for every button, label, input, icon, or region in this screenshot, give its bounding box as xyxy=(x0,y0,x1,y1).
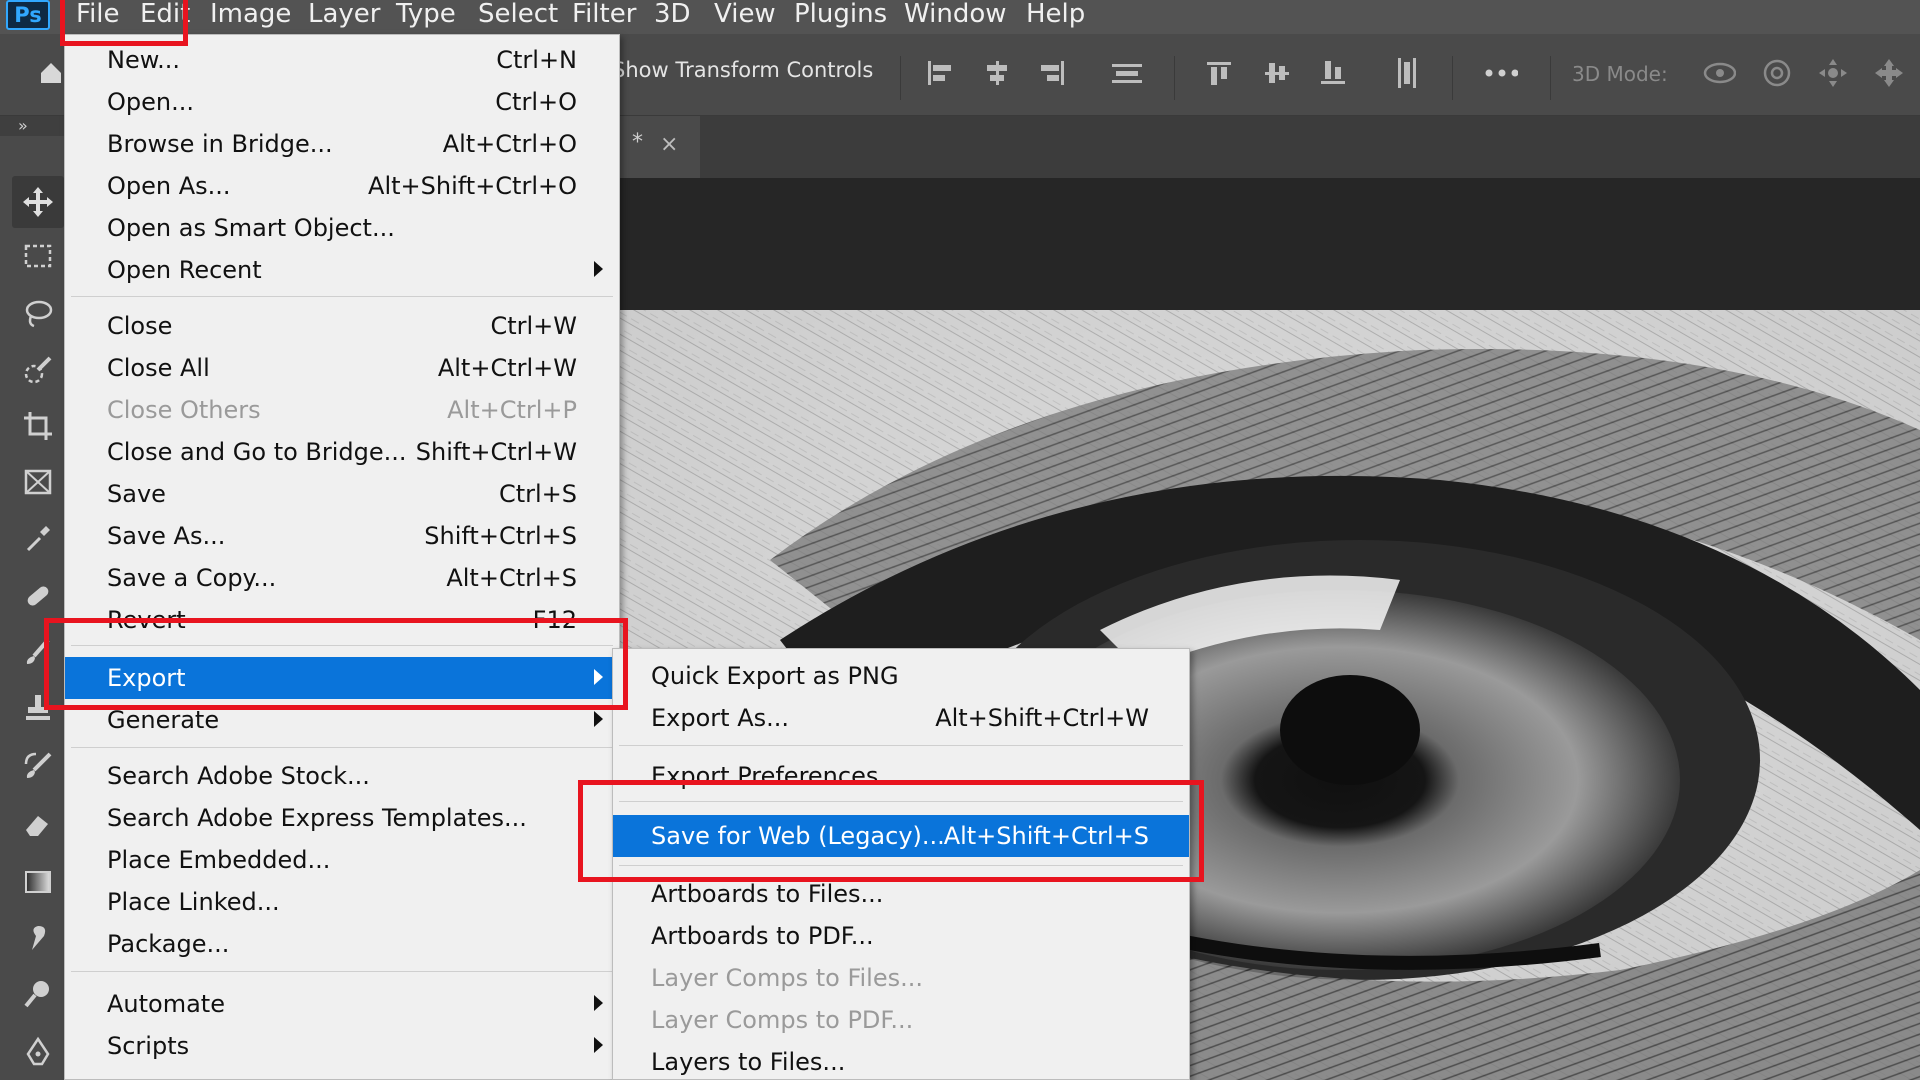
menu-item-open-recent[interactable]: Open Recent xyxy=(65,249,619,291)
menu-separator xyxy=(71,645,613,646)
menu-item-browse-in-bridge[interactable]: Browse in Bridge... Alt+Ctrl+O xyxy=(65,123,619,165)
align-left-icon[interactable] xyxy=(922,56,956,90)
menu-separator xyxy=(71,747,613,748)
menu-item-layers-to-files[interactable]: Layers to Files... xyxy=(613,1041,1189,1080)
menubar: Ps File Edit Image Layer Type Select Fil… xyxy=(0,0,1920,34)
menu-plugins[interactable]: Plugins xyxy=(794,0,887,32)
home-icon[interactable] xyxy=(34,56,68,90)
menu-item-save-as[interactable]: Save As... Shift+Ctrl+S xyxy=(65,515,619,557)
menu-item-revert[interactable]: Revert F12 xyxy=(65,599,619,641)
export-submenu: Quick Export as PNG Export As... Alt+Shif… xyxy=(612,648,1190,1080)
divider xyxy=(1550,56,1551,100)
menu-item-open-as[interactable]: Open As... Alt+Shift+Ctrl+O xyxy=(65,165,619,207)
marquee-tool-icon[interactable] xyxy=(12,230,64,282)
clone-stamp-tool-icon[interactable] xyxy=(12,682,64,734)
gradient-tool-icon[interactable] xyxy=(12,856,64,908)
submenu-arrow-icon xyxy=(594,1037,603,1053)
file-menu-dropdown: New... Ctrl+N Open... Ctrl+O Browse in Bri… xyxy=(64,34,620,1080)
3d-mode-label: 3D Mode: xyxy=(1572,62,1668,86)
menu-item-place-linked[interactable]: Place Linked... xyxy=(65,881,619,923)
quick-selection-tool-icon[interactable] xyxy=(12,344,64,396)
menu-edit[interactable]: Edit xyxy=(140,0,190,32)
menu-item-package[interactable]: Package... xyxy=(65,923,619,965)
roll-3d-icon[interactable] xyxy=(1760,56,1794,90)
modified-marker: * xyxy=(632,130,643,155)
divider xyxy=(1452,56,1453,100)
menu-item-open[interactable]: Open... Ctrl+O xyxy=(65,81,619,123)
pen-tool-icon[interactable] xyxy=(12,1026,64,1078)
menu-item-quick-export-as-png[interactable]: Quick Export as PNG xyxy=(613,655,1189,697)
menu-item-close-and-go-to-bridge[interactable]: Close and Go to Bridge... Shift+Ctrl+W xyxy=(65,431,619,473)
submenu-arrow-icon xyxy=(594,261,603,277)
healing-brush-tool-icon[interactable] xyxy=(12,570,64,622)
divider xyxy=(900,56,901,100)
menu-separator xyxy=(71,971,613,972)
distribute-icon[interactable] xyxy=(1110,56,1144,90)
menu-item-search-adobe-express-templates[interactable]: Search Adobe Express Templates... xyxy=(65,797,619,839)
menu-item-automate[interactable]: Automate xyxy=(65,983,619,1025)
menu-item-export[interactable]: Export xyxy=(65,657,619,699)
menu-item-new[interactable]: New... Ctrl+N xyxy=(65,39,619,81)
menu-item-close-all[interactable]: Close All Alt+Ctrl+W xyxy=(65,347,619,389)
menu-select[interactable]: Select xyxy=(478,0,558,32)
smudge-tool-icon[interactable] xyxy=(12,912,64,964)
menu-item-close-others: Close Others Alt+Ctrl+P xyxy=(107,396,577,424)
menu-3d[interactable]: 3D xyxy=(654,0,691,32)
menu-item-scripts[interactable]: Scripts xyxy=(65,1025,619,1067)
align-right-icon[interactable] xyxy=(1036,56,1070,90)
menu-image[interactable]: Image xyxy=(210,0,291,32)
menu-item-save-for-web-legacy[interactable]: Save for Web (Legacy)... Alt+Shift+Ctrl+S xyxy=(613,815,1189,857)
menu-item-export-preferences[interactable]: Export Preferences... xyxy=(613,755,1189,797)
menu-filter[interactable]: Filter xyxy=(572,0,636,32)
menu-item-place-embedded[interactable]: Place Embedded... xyxy=(65,839,619,881)
menu-item-layer-comps-to-files: Layer Comps to Files... xyxy=(651,964,924,992)
eraser-tool-icon[interactable] xyxy=(12,798,64,850)
menu-separator xyxy=(619,865,1183,866)
menu-separator xyxy=(619,801,1183,802)
menu-separator xyxy=(71,296,613,297)
menu-file[interactable]: File xyxy=(76,0,120,32)
menu-item-search-adobe-stock[interactable]: Search Adobe Stock... xyxy=(65,755,619,797)
photoshop-logo: Ps xyxy=(6,0,50,30)
photoshop-window: Ps File Edit Image Layer Type Select Fil… xyxy=(0,0,1920,1080)
menu-layer[interactable]: Layer xyxy=(308,0,381,32)
move-tool-icon[interactable] xyxy=(12,176,64,228)
distribute-vertical-icon[interactable] xyxy=(1390,56,1424,90)
pan-3d-icon[interactable] xyxy=(1816,56,1850,90)
align-middle-icon[interactable] xyxy=(1260,56,1294,90)
orbit-3d-icon[interactable] xyxy=(1702,56,1736,90)
eyedropper-tool-icon[interactable] xyxy=(12,512,64,564)
divider xyxy=(1174,56,1175,100)
menu-separator xyxy=(619,745,1183,746)
menu-item-artboards-to-files[interactable]: Artboards to Files... xyxy=(613,873,1189,915)
submenu-arrow-icon xyxy=(594,711,603,727)
brush-tool-icon[interactable] xyxy=(12,626,64,678)
lasso-tool-icon[interactable] xyxy=(12,288,64,340)
menu-item-layer-comps-to-pdf: Layer Comps to PDF... xyxy=(651,1006,914,1034)
menu-item-close[interactable]: Close Ctrl+W xyxy=(65,305,619,347)
slide-3d-icon[interactable] xyxy=(1872,56,1906,90)
dodge-tool-icon[interactable] xyxy=(12,968,64,1020)
submenu-arrow-icon xyxy=(594,995,603,1011)
frame-tool-icon[interactable] xyxy=(12,456,64,508)
menu-item-save-a-copy[interactable]: Save a Copy... Alt+Ctrl+S xyxy=(65,557,619,599)
close-tab-icon[interactable]: × xyxy=(660,132,678,157)
submenu-arrow-icon xyxy=(594,669,603,685)
menu-item-artboards-to-pdf[interactable]: Artboards to PDF... xyxy=(613,915,1189,957)
align-bottom-icon[interactable] xyxy=(1316,56,1350,90)
menu-help[interactable]: Help xyxy=(1026,0,1085,32)
menu-type[interactable]: Type xyxy=(396,0,456,32)
history-brush-tool-icon[interactable] xyxy=(12,740,64,792)
crop-tool-icon[interactable] xyxy=(12,400,64,452)
align-top-icon[interactable] xyxy=(1202,56,1236,90)
menu-window[interactable]: Window xyxy=(904,0,1007,32)
show-transform-controls-label[interactable]: Show Transform Controls xyxy=(612,58,873,82)
menu-view[interactable]: View xyxy=(714,0,776,32)
more-options-icon[interactable] xyxy=(1484,56,1518,90)
menu-item-save[interactable]: Save Ctrl+S xyxy=(65,473,619,515)
menu-item-generate[interactable]: Generate xyxy=(65,699,619,741)
menu-item-export-as[interactable]: Export As... Alt+Shift+Ctrl+W xyxy=(613,697,1189,739)
align-center-icon[interactable] xyxy=(980,56,1014,90)
menu-item-open-as-smart-object[interactable]: Open as Smart Object... xyxy=(65,207,619,249)
